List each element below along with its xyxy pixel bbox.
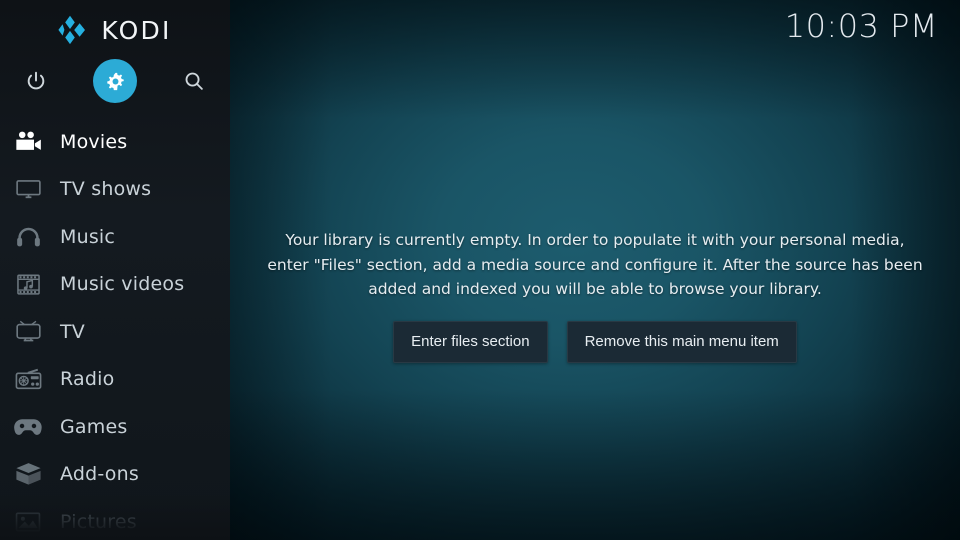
sidebar-item-music-videos[interactable]: Music videos xyxy=(0,261,230,309)
enter-files-section-button[interactable]: Enter files section xyxy=(393,320,548,363)
gear-icon xyxy=(106,72,124,90)
sidebar-item-label: Add-ons xyxy=(60,463,139,486)
empty-library-panel: Your library is currently empty. In orde… xyxy=(230,0,960,540)
radio-icon xyxy=(8,364,48,394)
sidebar-item-label: TV xyxy=(60,320,86,343)
kodi-logo-icon xyxy=(58,15,86,45)
settings-button[interactable] xyxy=(92,58,138,104)
sidebar-item-label: Music videos xyxy=(60,273,185,296)
sidebar-item-label: TV shows xyxy=(60,178,152,201)
sidebar-item-games[interactable]: Games xyxy=(0,403,230,451)
television-icon xyxy=(8,317,48,347)
top-icon-bar xyxy=(0,58,230,104)
sidebar-item-add-ons[interactable]: Add-ons xyxy=(0,451,230,499)
sidebar-item-label: Music xyxy=(60,225,116,248)
sidebar-item-label: Pictures xyxy=(60,510,137,533)
gamepad-icon xyxy=(8,412,48,442)
film-note-icon xyxy=(8,269,48,299)
sidebar-item-tv-shows[interactable]: TV shows xyxy=(0,166,230,214)
sidebar-item-label: Games xyxy=(60,415,128,438)
sidebar: KODI Movies TV shows Music Music videos … xyxy=(0,0,230,540)
app-name: KODI xyxy=(101,15,172,45)
sidebar-item-pictures[interactable]: Pictures xyxy=(0,498,230,540)
sidebar-item-label: Movies xyxy=(60,130,128,153)
app-logo: KODI xyxy=(0,12,230,48)
empty-library-actions: Enter files section Remove this main men… xyxy=(393,320,797,363)
power-icon xyxy=(27,71,45,90)
empty-library-message: Your library is currently empty. In orde… xyxy=(267,231,923,298)
main-menu: Movies TV shows Music Music videos TV Ra… xyxy=(0,118,230,540)
sidebar-item-movies[interactable]: Movies xyxy=(0,118,230,166)
kodi-home-screen: 10:03 PM Your library is currently empty… xyxy=(0,0,960,540)
sidebar-item-tv[interactable]: TV xyxy=(0,308,230,356)
picture-icon xyxy=(8,507,48,537)
clock: 10:03 PM xyxy=(784,7,938,45)
sidebar-item-label: Radio xyxy=(60,368,115,391)
headphones-icon xyxy=(8,222,48,252)
sidebar-item-radio[interactable]: Radio xyxy=(0,356,230,404)
tv-monitor-icon xyxy=(8,174,48,204)
movie-camera-icon xyxy=(8,127,48,157)
search-button[interactable] xyxy=(171,58,217,104)
open-box-icon xyxy=(8,459,48,489)
power-button[interactable] xyxy=(13,58,59,104)
search-icon xyxy=(185,72,203,90)
sidebar-item-music[interactable]: Music xyxy=(0,213,230,261)
remove-main-menu-item-button[interactable]: Remove this main menu item xyxy=(566,320,797,363)
